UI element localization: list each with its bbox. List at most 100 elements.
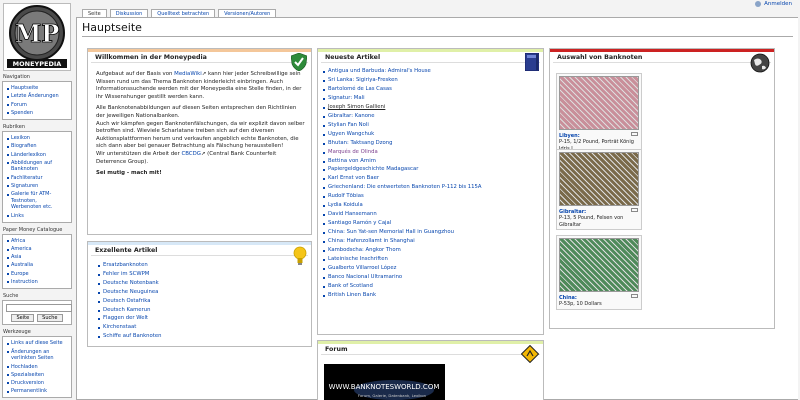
article-link[interactable]: Gibraltar: Kanone: [323, 112, 543, 121]
article-title[interactable]: Ugyen Wangchuk: [328, 131, 374, 137]
banknote-thumb[interactable]: China: P-53p, 10 Dollars: [556, 235, 642, 310]
article-title[interactable]: Papiergeldgeschichte Madagascar: [328, 166, 418, 172]
list-item[interactable]: Permanentlink: [6, 387, 68, 395]
article-link[interactable]: Lateinische Inschriften: [323, 255, 543, 264]
banknote-image[interactable]: [559, 238, 639, 292]
list-item[interactable]: Spenden: [6, 109, 68, 117]
article-link[interactable]: China: Hafenzollamt in Shanghai: [323, 237, 543, 246]
site-logo[interactable]: MP MONEYPEDIA: [3, 3, 71, 71]
banknote-image[interactable]: [559, 76, 639, 130]
article-title[interactable]: Bank of Scotland: [328, 283, 373, 289]
list-item[interactable]: Deutsche Notenbank: [98, 279, 311, 288]
tab-history[interactable]: Versionen/Autoren: [218, 9, 277, 17]
list-item[interactable]: Schiffe auf Banknoten: [98, 332, 311, 341]
list-item[interactable]: Europe: [6, 270, 68, 278]
cbcdg-link[interactable]: CBCDG: [181, 151, 200, 157]
list-item[interactable]: Kirchenstaat: [98, 323, 311, 332]
list-item[interactable]: Änderungen an verlinkten Seiten: [6, 348, 68, 363]
mediawiki-link[interactable]: MediaWiki: [174, 71, 202, 77]
list-item[interactable]: Spezialseiten: [6, 371, 68, 379]
article-title[interactable]: Lydia Koidula: [328, 202, 363, 208]
article-link[interactable]: David Hansemann: [323, 210, 543, 219]
tab-view-source[interactable]: Quelltext betrachten: [151, 9, 216, 17]
article-title[interactable]: Gibraltar: Kanone: [328, 113, 375, 119]
article-link[interactable]: Papiergeldgeschichte Madagascar: [323, 165, 543, 174]
article-link[interactable]: Santiago Ramón y Cajal: [323, 219, 543, 228]
article-title[interactable]: Stylian Fan Noli: [328, 122, 369, 128]
list-item[interactable]: Biografien: [6, 142, 68, 150]
banknote-image[interactable]: [559, 152, 639, 206]
article-title[interactable]: Griechenland: Die entwerteten Banknoten …: [328, 184, 482, 190]
user-login-bar[interactable]: Anmelden: [755, 1, 792, 7]
list-item[interactable]: Asia: [6, 253, 68, 261]
article-title[interactable]: Karl Ernst von Baer: [328, 175, 379, 181]
list-item[interactable]: Ersatzbanknoten: [98, 261, 311, 270]
list-item[interactable]: Deutsche Neuguinea: [98, 288, 311, 297]
list-item[interactable]: Galerie für ATM-Testnoten, Werbenoten et…: [6, 190, 68, 212]
article-link[interactable]: Stylian Fan Noli: [323, 121, 543, 130]
enlarge-icon[interactable]: [631, 208, 638, 212]
article-title[interactable]: Signatur: Mali: [328, 95, 365, 101]
banknote-country[interactable]: Libyen:: [559, 133, 580, 139]
article-link[interactable]: Marqués de Olinda: [323, 148, 543, 157]
article-link[interactable]: Bettina von Arnim: [323, 157, 543, 166]
article-title[interactable]: Santiago Ramón y Cajal: [328, 220, 391, 226]
article-title[interactable]: Bhutan: Taktsang Dzong: [328, 140, 392, 146]
list-item[interactable]: Deutsch Ostafrika: [98, 297, 311, 306]
article-link[interactable]: Joseph Simon Gallieni: [323, 103, 543, 112]
banknote-country[interactable]: Gibraltar:: [559, 209, 586, 215]
article-link[interactable]: Bhutan: Taktsang Dzong: [323, 139, 543, 148]
tab-discussion[interactable]: Diskussion: [109, 9, 149, 17]
article-link[interactable]: Gualberto Villarroel López: [323, 264, 543, 273]
article-title[interactable]: Banco Nacional Ultramarino: [328, 274, 402, 280]
article-link[interactable]: Antigua und Barbuda: Admiral's House: [323, 67, 543, 76]
article-link[interactable]: Kambodscha: Angkor Thom: [323, 246, 543, 255]
article-title[interactable]: Bartolomé de Las Casas: [328, 86, 392, 92]
list-item[interactable]: America: [6, 245, 68, 253]
article-link[interactable]: Bartolomé de Las Casas: [323, 85, 543, 94]
list-item[interactable]: Deutsch Kamerun: [98, 306, 311, 315]
article-title[interactable]: Sri Lanka: Sigiriya-Fresken: [328, 77, 398, 83]
article-title[interactable]: Marqués de Olinda: [328, 149, 378, 155]
list-item[interactable]: Fachliteratur: [6, 174, 68, 182]
article-link[interactable]: Ugyen Wangchuk: [323, 130, 543, 139]
search-button[interactable]: Suche: [37, 314, 63, 323]
list-item[interactable]: Instruction: [6, 278, 68, 286]
article-title[interactable]: Joseph Simon Gallieni: [328, 104, 385, 110]
list-item[interactable]: Forum: [6, 101, 68, 109]
enlarge-icon[interactable]: [631, 294, 638, 298]
article-title[interactable]: China: Sun Yat-sen Memorial Hall in Guan…: [328, 229, 454, 235]
list-item[interactable]: Links: [6, 212, 68, 220]
go-button[interactable]: Seite: [11, 314, 35, 323]
list-item[interactable]: Hauptseite: [6, 84, 68, 92]
tab-page[interactable]: Seite: [82, 9, 107, 17]
banknote-thumb[interactable]: Libyen:P-15, 1/2 Pound, Porträt König Id…: [556, 73, 642, 155]
article-title[interactable]: China: Hafenzollamt in Shanghai: [328, 238, 415, 244]
list-item[interactable]: Signaturen: [6, 182, 68, 190]
article-link[interactable]: Signatur: Mali: [323, 94, 543, 103]
banknote-thumb[interactable]: Gibraltar: P-13, 5 Pound, Felsen von Gibr…: [556, 149, 642, 231]
list-item[interactable]: Abbildungen auf Banknoten: [6, 159, 68, 174]
article-link[interactable]: Griechenland: Die entwerteten Banknoten …: [323, 183, 543, 192]
article-link[interactable]: British Linen Bank: [323, 291, 543, 300]
login-link[interactable]: Anmelden: [764, 1, 792, 7]
article-link[interactable]: Sri Lanka: Sigiriya-Fresken: [323, 76, 543, 85]
article-link[interactable]: Rudolf Tōbias: [323, 192, 543, 201]
list-item[interactable]: Australia: [6, 261, 68, 269]
article-title[interactable]: Gualberto Villarroel López: [328, 265, 396, 271]
list-item[interactable]: Letzte Änderungen: [6, 92, 68, 101]
article-title[interactable]: Antigua und Barbuda: Admiral's House: [328, 68, 431, 74]
article-title[interactable]: British Linen Bank: [328, 292, 376, 298]
list-item[interactable]: Länderlexikon: [6, 151, 68, 159]
article-link[interactable]: Banco Nacional Ultramarino: [323, 273, 543, 282]
article-title[interactable]: Lateinische Inschriften: [328, 256, 388, 262]
search-input[interactable]: [6, 304, 72, 313]
article-title[interactable]: David Hansemann: [328, 211, 377, 217]
list-item[interactable]: Hochladen: [6, 363, 68, 371]
article-link[interactable]: China: Sun Yat-sen Memorial Hall in Guan…: [323, 228, 543, 237]
article-title[interactable]: Kambodscha: Angkor Thom: [328, 247, 401, 253]
article-link[interactable]: Lydia Koidula: [323, 201, 543, 210]
article-link[interactable]: Karl Ernst von Baer: [323, 174, 543, 183]
list-item[interactable]: Flaggen der Welt: [98, 314, 311, 323]
article-title[interactable]: Bettina von Arnim: [328, 158, 376, 164]
